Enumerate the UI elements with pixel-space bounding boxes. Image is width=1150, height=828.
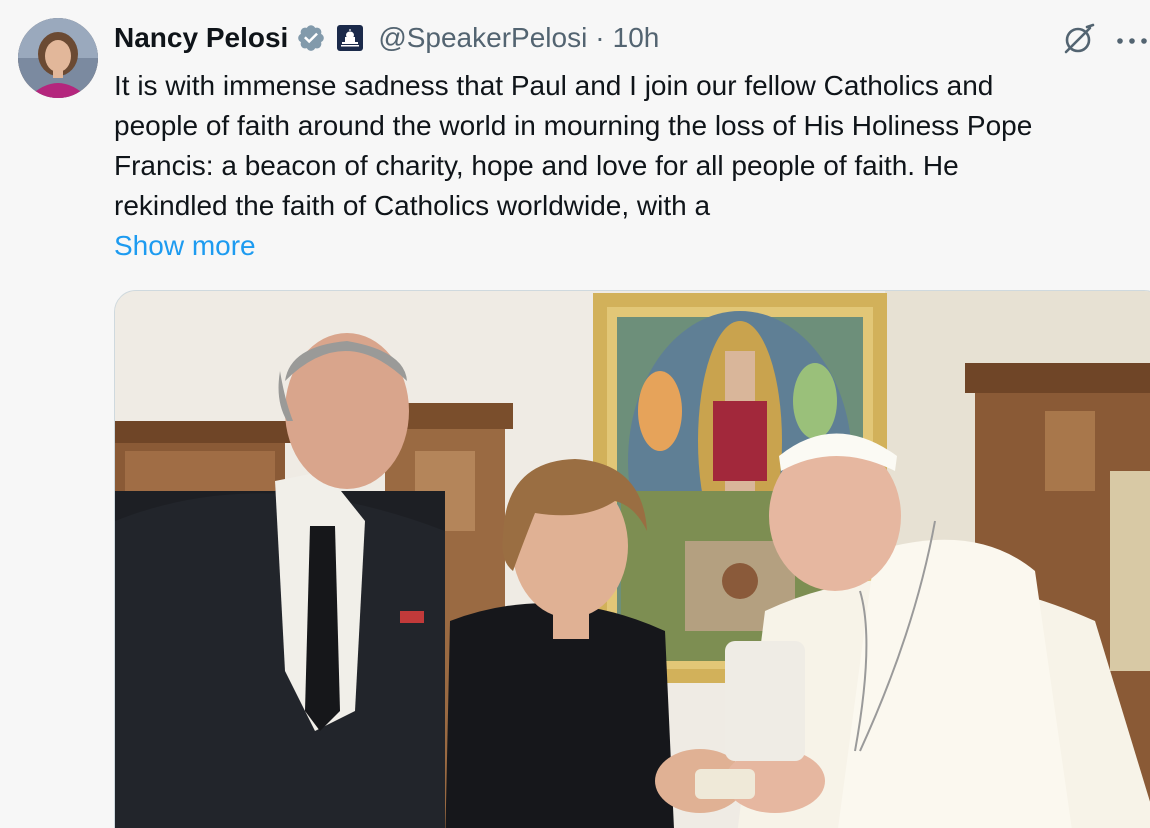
tweet-text-line: Francis: a beacon of charity, hope and l… [114,150,959,181]
author-avatar[interactable] [18,18,98,98]
more-options-icon[interactable] [1114,34,1150,46]
author-handle[interactable]: @SpeakerPelosi [378,22,587,54]
tweet-text-line: rekindled the faith of Catholics worldwi… [114,190,711,221]
tweet-card[interactable]: Nancy Pelosi @SpeakerPelosi · 10h It is … [0,0,1150,828]
grok-icon[interactable] [1060,22,1096,58]
verified-badge-icon[interactable] [296,23,326,53]
show-more-link[interactable]: Show more [114,226,256,266]
tweet-text: It is with immense sadness that Paul and… [114,66,1144,226]
header-separator: · [595,22,605,53]
tweet-timestamp[interactable]: 10h [613,22,660,54]
tweet-text-line: It is with immense sadness that Paul and… [114,70,994,101]
tweet-text-line: people of faith around the world in mour… [114,110,1033,141]
avatar-portrait [18,18,98,98]
tweet-header: Nancy Pelosi @SpeakerPelosi · 10h [114,16,659,60]
capitol-affiliation-icon[interactable] [336,24,364,52]
photo-pelosis-with-pope [115,291,1150,828]
tweet-photo[interactable] [114,290,1150,828]
author-name[interactable]: Nancy Pelosi [114,22,288,54]
